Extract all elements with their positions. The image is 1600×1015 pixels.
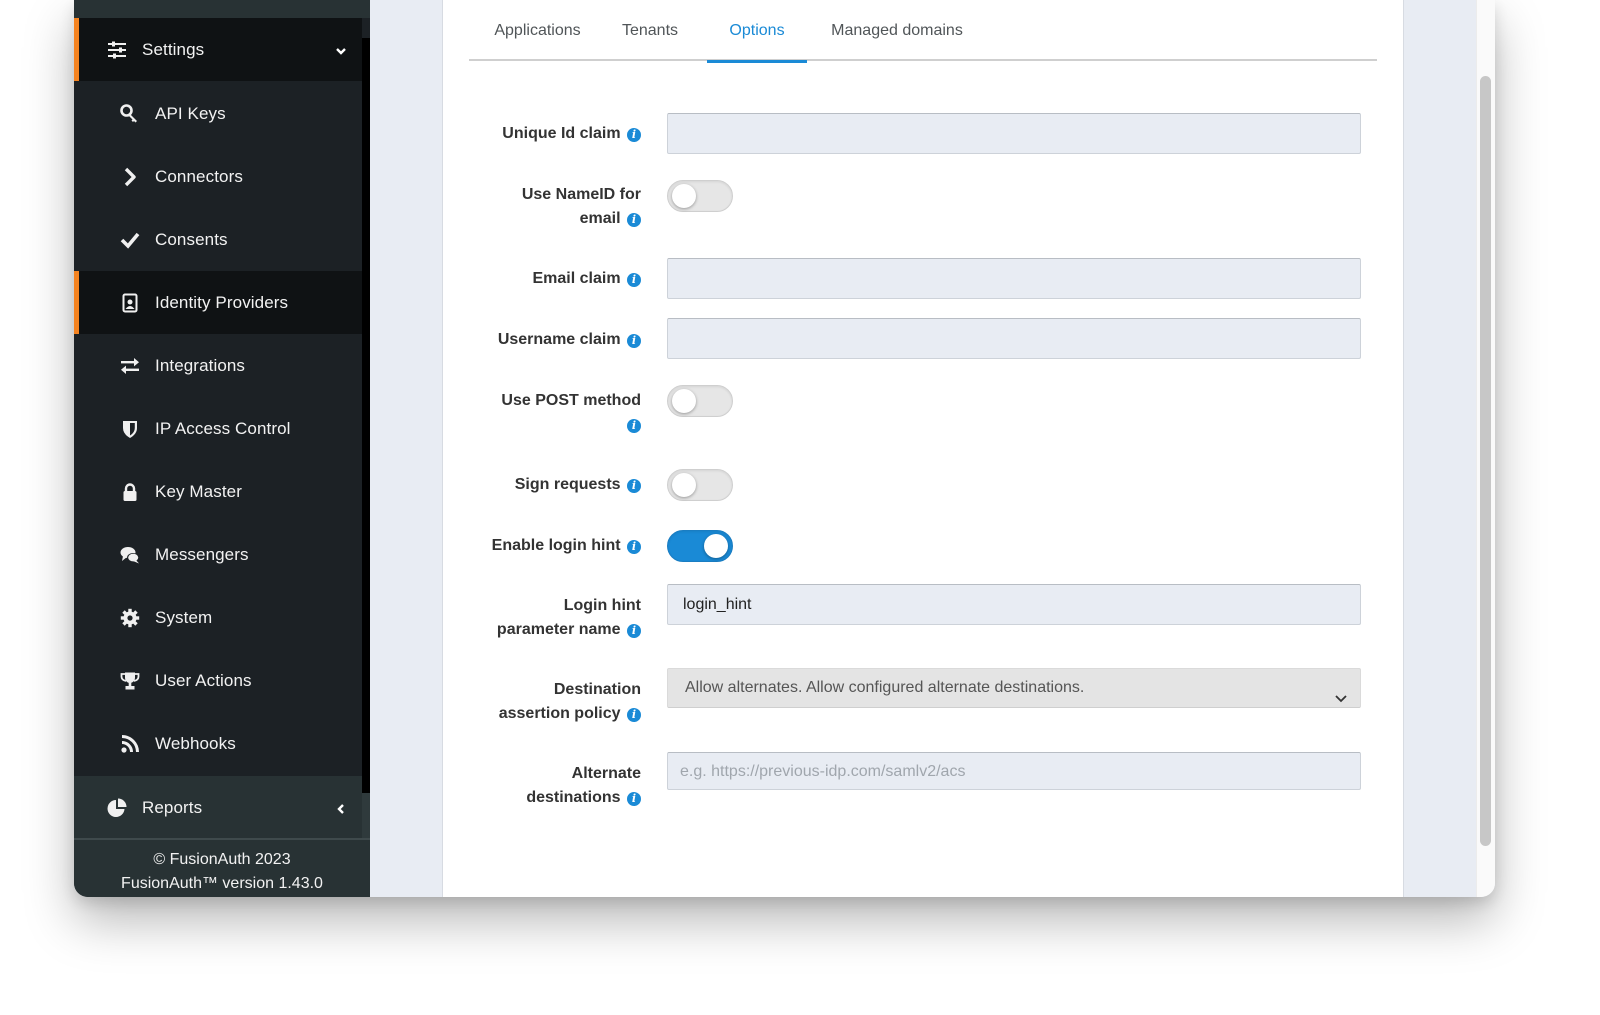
sidebar-item-label: Webhooks xyxy=(155,733,236,753)
sidebar-item-label: Integrations xyxy=(155,355,246,375)
tab-applications[interactable]: Applications xyxy=(489,0,586,61)
version-text: FusionAuth™ version 1.43.0 xyxy=(121,875,323,892)
chevron-down-icon xyxy=(1334,682,1348,703)
sidebar-item-integrations[interactable]: Integrations xyxy=(74,334,362,397)
sidebar-item-label: API Keys xyxy=(155,103,226,123)
info-icon[interactable]: i xyxy=(627,540,641,554)
rss-icon xyxy=(119,733,141,755)
login-hint-parameter-label: Login hint parameter name i xyxy=(496,597,641,638)
sidebar-item-identity-providers[interactable]: Identity Providers xyxy=(74,271,362,334)
selected-option: Allow alternates. Allow configured alter… xyxy=(685,679,1085,696)
sidebar-item-api-keys[interactable]: API Keys xyxy=(74,82,362,145)
alternate-destinations-label: Alternate destinations i xyxy=(526,765,641,806)
chevron-right-icon xyxy=(119,166,141,188)
login-hint-parameter-input[interactable]: login_hint xyxy=(667,584,1361,625)
toggle-knob xyxy=(672,184,696,208)
sidebar-item-user-actions[interactable]: User Actions xyxy=(74,649,362,712)
sidebar-item-consents[interactable]: Consents xyxy=(74,208,362,271)
toggle-knob xyxy=(704,534,728,558)
exchange-icon xyxy=(119,355,141,377)
sidebar-item-system[interactable]: System xyxy=(74,586,362,649)
info-icon[interactable]: i xyxy=(627,792,641,806)
email-claim-input[interactable] xyxy=(667,258,1361,299)
username-claim-input[interactable] xyxy=(667,318,1361,359)
sidebar-item-label: Settings xyxy=(142,39,205,59)
sidebar: Settings API Keys Connectors Consents Id… xyxy=(74,0,370,897)
copyright-text: © FusionAuth 2023 xyxy=(153,851,291,868)
info-icon[interactable]: i xyxy=(627,624,641,638)
main-content: Applications Tenants Options Managed dom… xyxy=(370,0,1495,897)
chevron-down-icon xyxy=(334,43,348,57)
id-badge-icon xyxy=(119,292,141,314)
sidebar-item-reports[interactable]: Reports xyxy=(74,776,362,839)
app-window: Settings API Keys Connectors Consents Id… xyxy=(74,0,1495,897)
use-post-method-label: Use POST method i xyxy=(501,392,641,433)
tab-bar: Applications Tenants Options Managed dom… xyxy=(469,0,1377,63)
pie-chart-icon xyxy=(106,797,128,819)
sidebar-item-ip-access-control[interactable]: IP Access Control xyxy=(74,397,362,460)
sidebar-footer: © FusionAuth 2023 FusionAuth™ version 1.… xyxy=(74,838,370,897)
sidebar-item-label: Reports xyxy=(142,797,203,817)
form-panel: Applications Tenants Options Managed dom… xyxy=(442,0,1404,897)
sidebar-item-label: Messengers xyxy=(155,544,249,564)
chevron-left-icon xyxy=(334,801,348,815)
sidebar-item-label: Connectors xyxy=(155,166,243,186)
sidebar-item-label: User Actions xyxy=(155,670,252,690)
sidebar-item-label: System xyxy=(155,607,213,627)
use-nameid-toggle[interactable] xyxy=(667,180,733,212)
info-icon[interactable]: i xyxy=(627,708,641,722)
enable-login-hint-toggle[interactable] xyxy=(667,530,733,562)
shield-icon xyxy=(119,418,141,440)
active-accent-bar xyxy=(74,271,79,334)
info-icon[interactable]: i xyxy=(627,334,641,348)
lock-icon xyxy=(119,481,141,503)
sidebar-item-connectors[interactable]: Connectors xyxy=(74,145,362,208)
alternate-destinations-input[interactable]: e.g. https://previous-idp.com/samlv2/acs xyxy=(667,752,1361,790)
sidebar-item-key-master[interactable]: Key Master xyxy=(74,460,362,523)
comments-icon xyxy=(119,544,141,566)
unique-id-claim-input[interactable] xyxy=(667,113,1361,154)
info-icon[interactable]: i xyxy=(627,128,641,142)
trophy-icon xyxy=(119,670,141,692)
info-icon[interactable]: i xyxy=(627,419,641,433)
sidebar-item-messengers[interactable]: Messengers xyxy=(74,523,362,586)
destination-assertion-policy-label: Destination assertion policy i xyxy=(498,681,641,722)
sidebar-item-settings[interactable]: Settings xyxy=(74,18,362,81)
tab-options[interactable]: Options xyxy=(707,0,807,63)
tab-tenants[interactable]: Tenants xyxy=(617,0,683,61)
sidebar-scrollbar-track[interactable] xyxy=(362,38,370,793)
sliders-icon xyxy=(106,39,128,61)
sidebar-item-label: Identity Providers xyxy=(155,292,289,312)
use-post-method-toggle[interactable] xyxy=(667,385,733,417)
sidebar-item-label: IP Access Control xyxy=(155,418,291,438)
info-icon[interactable]: i xyxy=(627,479,641,493)
toggle-knob xyxy=(672,473,696,497)
gear-icon xyxy=(119,607,141,629)
sidebar-item-label: Key Master xyxy=(155,481,242,501)
sidebar-item-label: Consents xyxy=(155,229,228,249)
key-icon xyxy=(119,103,141,125)
sidebar-scrollbar-thumb[interactable] xyxy=(362,793,370,838)
main-scrollbar-thumb[interactable] xyxy=(1480,76,1491,846)
sign-requests-toggle[interactable] xyxy=(667,469,733,501)
info-icon[interactable]: i xyxy=(627,273,641,287)
toggle-knob xyxy=(672,389,696,413)
tab-managed-domains[interactable]: Managed domains xyxy=(825,0,969,61)
info-icon[interactable]: i xyxy=(627,213,641,227)
active-accent-bar xyxy=(74,18,79,81)
sidebar-item-webhooks[interactable]: Webhooks xyxy=(74,712,362,775)
check-icon xyxy=(119,229,141,251)
sidebar-top-band xyxy=(74,0,370,18)
destination-assertion-policy-select[interactable]: Allow alternates. Allow configured alter… xyxy=(667,668,1361,708)
use-nameid-label: Use NameID for email i xyxy=(521,186,641,227)
